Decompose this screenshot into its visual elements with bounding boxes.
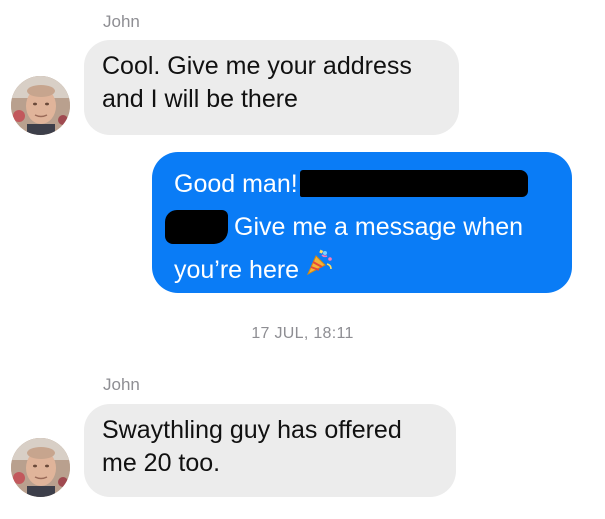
outgoing-message-line-3: you’re here [174, 249, 554, 293]
sender-name: John [103, 375, 140, 394]
message-text: Give me a message when [234, 213, 524, 241]
outgoing-message-line-2: Give me a message when [165, 206, 554, 249]
avatar-photo [11, 76, 70, 135]
message-text-line: Swaythling guy has offered [102, 416, 402, 444]
timestamp-divider: 17 JUL, 18:11 [251, 325, 354, 342]
party-popper-icon [305, 247, 333, 290]
outgoing-message-line-1: Good man! [174, 163, 554, 206]
outgoing-message-bubble[interactable]: Good man! Give me a message when you’re … [152, 152, 572, 293]
message-text: you’re here [174, 256, 300, 284]
message-text: Good man! [174, 170, 298, 198]
sender-name: John [103, 12, 140, 31]
message-text-line: and I will be there [102, 85, 298, 113]
incoming-message-bubble[interactable]: Cool. Give me your address and I will be… [84, 40, 459, 135]
incoming-message-bubble[interactable]: Swaythling guy has offered me 20 too. [84, 404, 456, 497]
message-text-line: me 20 too. [102, 449, 221, 477]
redaction-bar [165, 210, 228, 245]
avatar-photo [11, 438, 70, 497]
avatar[interactable] [11, 76, 70, 135]
redaction-bar [299, 169, 528, 197]
message-text-line: Cool. Give me your address [102, 52, 412, 80]
avatar[interactable] [11, 438, 70, 497]
